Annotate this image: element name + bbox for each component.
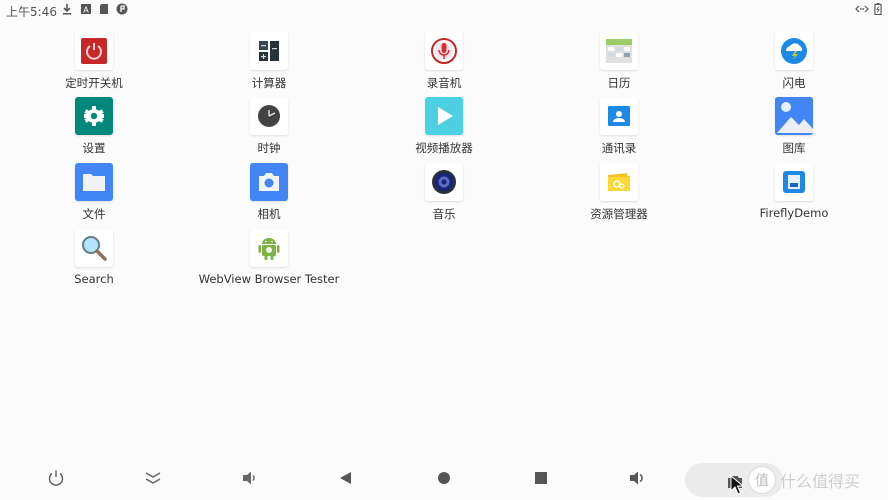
sd-card-icon xyxy=(100,4,108,14)
folder-icon xyxy=(83,174,105,191)
volume-down-button[interactable] xyxy=(238,466,262,490)
lightning-cloud-icon xyxy=(781,38,807,64)
mouse-cursor-icon xyxy=(730,475,744,495)
app-label: 日历 xyxy=(607,76,631,90)
app-contacts[interactable]: 通讯录 xyxy=(531,97,707,156)
app-calendar[interactable]: 日历 xyxy=(531,32,707,91)
back-button[interactable] xyxy=(334,466,358,490)
double-chevron-down-icon xyxy=(145,472,161,484)
app-settings[interactable]: 设置 xyxy=(6,97,182,156)
app-clock[interactable]: 时钟 xyxy=(181,97,357,156)
app-video-player[interactable]: 视频播放器 xyxy=(356,97,532,156)
app-notification-icon xyxy=(116,3,128,15)
app-files[interactable]: 文件 xyxy=(6,163,182,222)
home-button[interactable] xyxy=(432,466,456,490)
app-label: 文件 xyxy=(82,207,106,221)
app-camera[interactable]: 相机 xyxy=(181,163,357,222)
notification-a-icon: A xyxy=(81,4,91,15)
app-lightning[interactable]: 闪电 xyxy=(706,32,882,91)
volume-down-icon xyxy=(243,471,255,485)
battery-icon xyxy=(874,3,882,15)
back-triangle-icon xyxy=(340,472,351,484)
app-recorder[interactable]: 录音机 xyxy=(356,32,532,91)
status-bar: 上午5:46 A xyxy=(0,0,888,22)
status-time: 上午5:46 xyxy=(6,5,57,19)
android-icon xyxy=(258,238,280,260)
svg-text:A: A xyxy=(83,6,89,15)
firefly-demo-icon xyxy=(783,171,805,193)
app-search[interactable]: Search xyxy=(6,229,182,286)
app-calculator[interactable]: 计算器 xyxy=(181,32,357,91)
app-gallery[interactable]: 图库 xyxy=(706,97,882,156)
app-label: 音乐 xyxy=(432,207,456,221)
app-label: 定时开关机 xyxy=(65,76,123,90)
download-icon xyxy=(63,4,71,15)
app-label: FireflyDemo xyxy=(759,206,829,220)
app-label: 资源管理器 xyxy=(590,207,648,221)
volume-up-button[interactable] xyxy=(626,466,650,490)
watermark-text: 什么值得买 xyxy=(780,472,861,491)
magnifier-icon xyxy=(82,236,107,261)
home-circle-icon xyxy=(438,472,450,484)
power-button[interactable] xyxy=(44,466,68,490)
camera-icon xyxy=(259,173,279,191)
volume-up-icon xyxy=(630,471,643,485)
app-webview-browser-tester[interactable]: WebView Browser Tester xyxy=(181,229,357,286)
settings-gear-icon xyxy=(84,106,104,126)
file-manager-icon xyxy=(608,173,630,191)
app-label: 闪电 xyxy=(782,76,806,90)
calendar-icon xyxy=(606,39,632,63)
app-label: 相机 xyxy=(257,207,281,221)
recents-square-icon xyxy=(535,472,547,484)
app-file-manager[interactable]: 资源管理器 xyxy=(531,163,707,222)
app-label: 图库 xyxy=(782,141,806,155)
speaker-music-icon xyxy=(432,170,456,194)
app-label: WebView Browser Tester xyxy=(198,272,340,286)
app-label: 时钟 xyxy=(257,141,281,155)
gallery-icon xyxy=(775,97,813,135)
video-play-icon xyxy=(438,107,453,125)
power-icon xyxy=(48,470,64,486)
clock-icon xyxy=(258,105,280,127)
app-label: 通讯录 xyxy=(601,141,637,155)
app-power-timer[interactable]: 定时开关机 xyxy=(6,32,182,91)
app-label: 视频播放器 xyxy=(415,141,473,155)
power-timer-icon xyxy=(81,38,107,64)
ethernet-icon xyxy=(855,5,869,13)
app-label: Search xyxy=(74,272,114,286)
watermark-badge: 值 xyxy=(748,466,776,494)
app-label: 计算器 xyxy=(251,76,287,90)
app-firefly-demo[interactable]: FireflyDemo xyxy=(706,163,882,220)
collapse-button[interactable] xyxy=(141,466,165,490)
calculator-icon xyxy=(259,41,279,61)
app-label: 录音机 xyxy=(426,76,462,90)
app-label: 设置 xyxy=(82,141,106,155)
microphone-icon xyxy=(431,38,457,64)
contacts-icon xyxy=(608,106,630,126)
watermark: 值 什么值得买 xyxy=(748,463,860,497)
app-music[interactable]: 音乐 xyxy=(356,163,532,222)
recents-button[interactable] xyxy=(529,466,553,490)
